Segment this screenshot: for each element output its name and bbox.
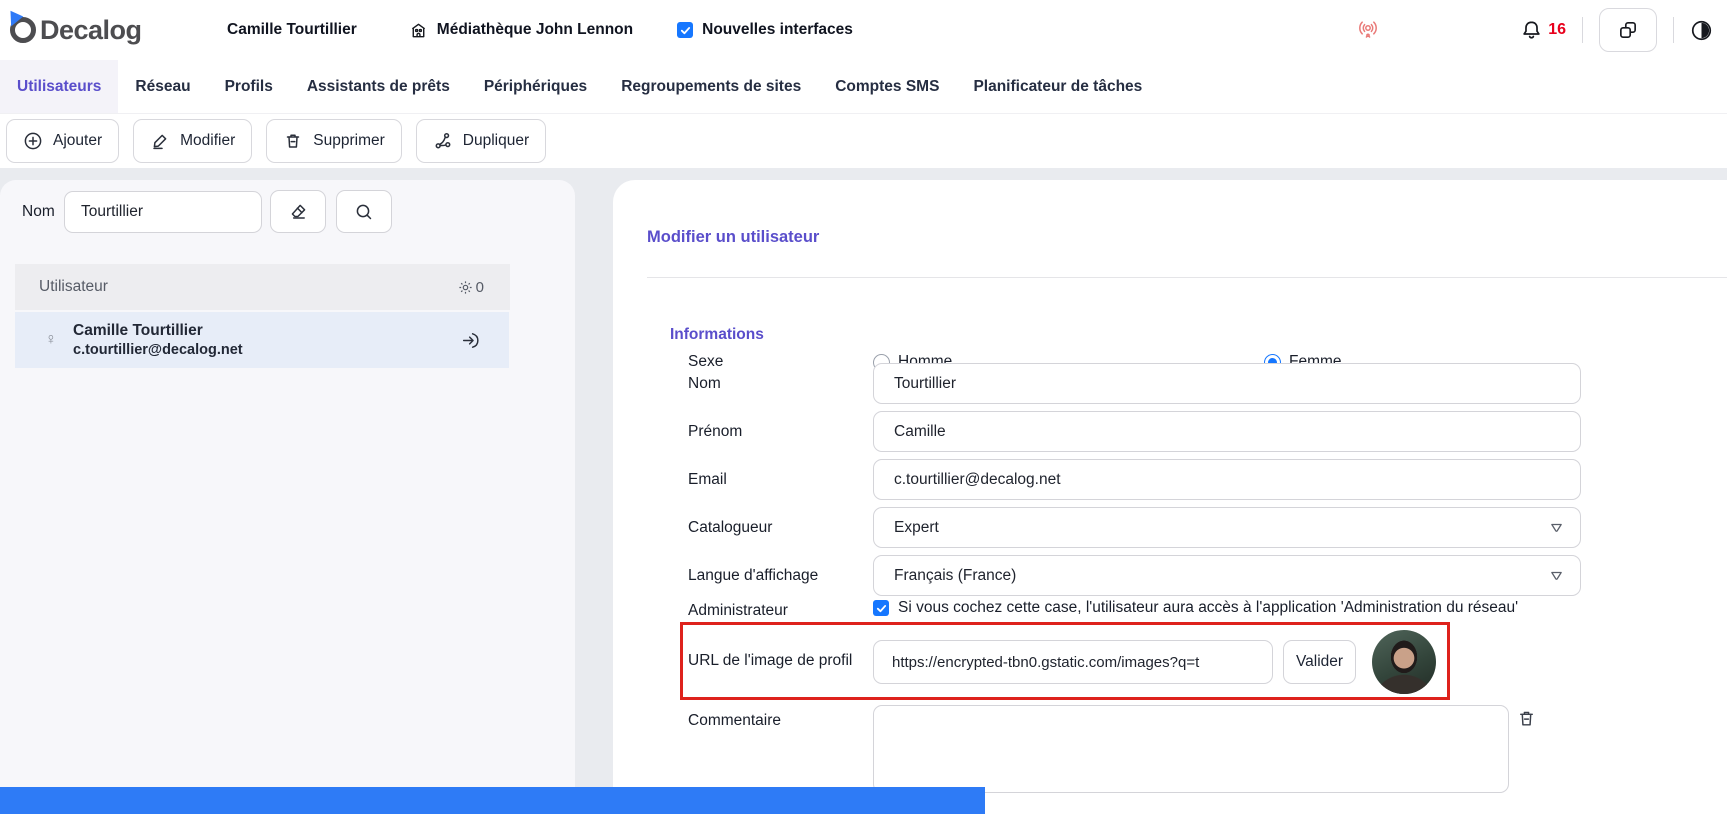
url-image-input[interactable] [873,640,1273,684]
theme-toggle-button[interactable] [1690,19,1713,42]
tab-comptes-sms[interactable]: Comptes SMS [818,60,956,113]
tab-regroupements-de-sites[interactable]: Regroupements de sites [604,60,818,113]
divider [1673,17,1674,43]
check-icon [680,25,691,36]
field-administrateur: Administrateur Si vous cochez cette case… [688,596,1518,620]
tab-reseau[interactable]: Réseau [118,60,207,113]
langue-select[interactable] [873,555,1581,596]
email-input[interactable] [873,459,1581,500]
catalogueur-select[interactable] [873,507,1581,548]
user-list-row[interactable]: ♀ Camille Tourtillier c.tourtillier@deca… [15,312,509,368]
list-header-label: Utilisateur [39,278,108,296]
new-ui-label: Nouvelles interfaces [702,21,853,39]
site-name: Médiathèque John Lennon [437,21,633,39]
brand-name: Decalog [40,15,142,46]
bell-icon [1520,19,1543,42]
broadcast-button[interactable] [1356,18,1380,42]
check-icon [876,603,887,614]
nom-label: Nom [688,363,873,393]
field-catalogueur: Catalogueur [688,507,1581,548]
fork-icon [433,131,453,151]
valider-button[interactable]: Valider [1283,640,1356,684]
langue-label: Langue d'affichage [688,567,873,585]
list-settings[interactable]: 0 [457,279,484,296]
divider [1582,17,1583,43]
content-area: Nom Utilisateur 0 ♀ Camille Tourtillier … [0,168,1727,814]
actions-toolbar: Ajouter Modifier Supprimer Dupliquer [0,114,1727,168]
tab-peripheriques[interactable]: Périphériques [467,60,604,113]
search-label: Nom [22,203,55,221]
trash-icon [1516,708,1537,729]
field-email: Email [688,459,1581,500]
tab-profils[interactable]: Profils [208,60,290,113]
title-divider [647,277,1727,278]
section-title-informations: Informations [670,326,764,344]
email-label: Email [688,471,873,489]
users-list-panel: Nom Utilisateur 0 ♀ Camille Tourtillier … [0,180,575,814]
row-user-name: Camille Tourtillier [73,321,243,340]
row-user-email: c.tourtillier@decalog.net [73,341,243,359]
notifications-button[interactable]: 16 [1520,19,1566,42]
plus-circle-icon [23,131,43,151]
prenom-label: Prénom [688,423,873,441]
catalogueur-label: Catalogueur [688,519,873,537]
tab-planificateur-de-taches[interactable]: Planificateur de tâches [956,60,1159,113]
search-icon [354,202,374,222]
administrateur-checkbox[interactable] [873,600,889,616]
impersonate-action[interactable] [460,330,481,351]
notification-count-badge: 16 [1548,21,1566,39]
delete-button[interactable]: Supprimer [266,119,402,163]
decalog-logo-icon [8,15,38,45]
url-image-label: URL de l'image de profil [688,652,852,670]
contrast-icon [1690,19,1713,42]
apps-switcher-button[interactable] [1599,8,1657,52]
current-user[interactable]: Camille Tourtillier [190,17,357,44]
topbar-actions: 16 [1356,8,1713,52]
new-ui-toggle[interactable]: Nouvelles interfaces [677,21,853,39]
female-icon: ♀ [45,331,57,349]
user-name: Camille Tourtillier [227,21,357,39]
topbar: Decalog Camille Tourtillier Médiathèque … [0,0,1727,60]
clear-search-button[interactable] [270,190,326,233]
module-tabs: Utilisateurs Réseau Profils Assistants d… [0,60,1727,114]
apps-icon [1617,19,1639,41]
search-input[interactable] [64,191,262,233]
field-prenom: Prénom [688,411,1581,452]
login-icon [460,330,481,351]
edit-button[interactable]: Modifier [133,119,252,163]
nom-input[interactable] [873,363,1581,404]
edit-user-card: Modifier un utilisateur Informations Sex… [613,180,1727,814]
field-nom: Nom [688,363,1581,404]
add-button[interactable]: Ajouter [6,119,119,163]
user-avatar [190,17,217,44]
field-langue: Langue d'affichage [688,555,1581,596]
administrateur-label: Administrateur [688,602,873,620]
list-settings-count: 0 [476,279,484,296]
horizontal-scrollbar[interactable] [0,787,985,814]
prenom-input[interactable] [873,411,1581,452]
list-header: Utilisateur 0 [15,264,510,310]
user-meta: Camille Tourtillier c.tourtillier@decalo… [73,321,243,359]
clear-comment-action[interactable] [1516,708,1537,729]
trash-icon [283,131,303,151]
search-row: Nom [0,190,575,233]
broadcast-icon [1356,18,1380,42]
tab-assistants-de-prets[interactable]: Assistants de prêts [290,60,467,113]
decalog-logo: Decalog [8,15,158,46]
profile-image-preview [1372,630,1436,694]
commentaire-label: Commentaire [688,712,781,730]
page-title: Modifier un utilisateur [647,228,819,247]
duplicate-button[interactable]: Dupliquer [416,119,546,163]
building-icon [409,21,428,40]
pencil-icon [150,131,170,151]
new-ui-checkbox[interactable] [677,22,693,38]
tab-utilisateurs[interactable]: Utilisateurs [0,60,118,113]
eraser-icon [288,201,309,222]
gear-icon [457,279,474,296]
search-button[interactable] [336,190,392,233]
commentaire-textarea[interactable] [873,705,1509,793]
current-site[interactable]: Médiathèque John Lennon [409,21,633,40]
administrateur-help-text: Si vous cochez cette case, l'utilisateur… [898,599,1518,617]
